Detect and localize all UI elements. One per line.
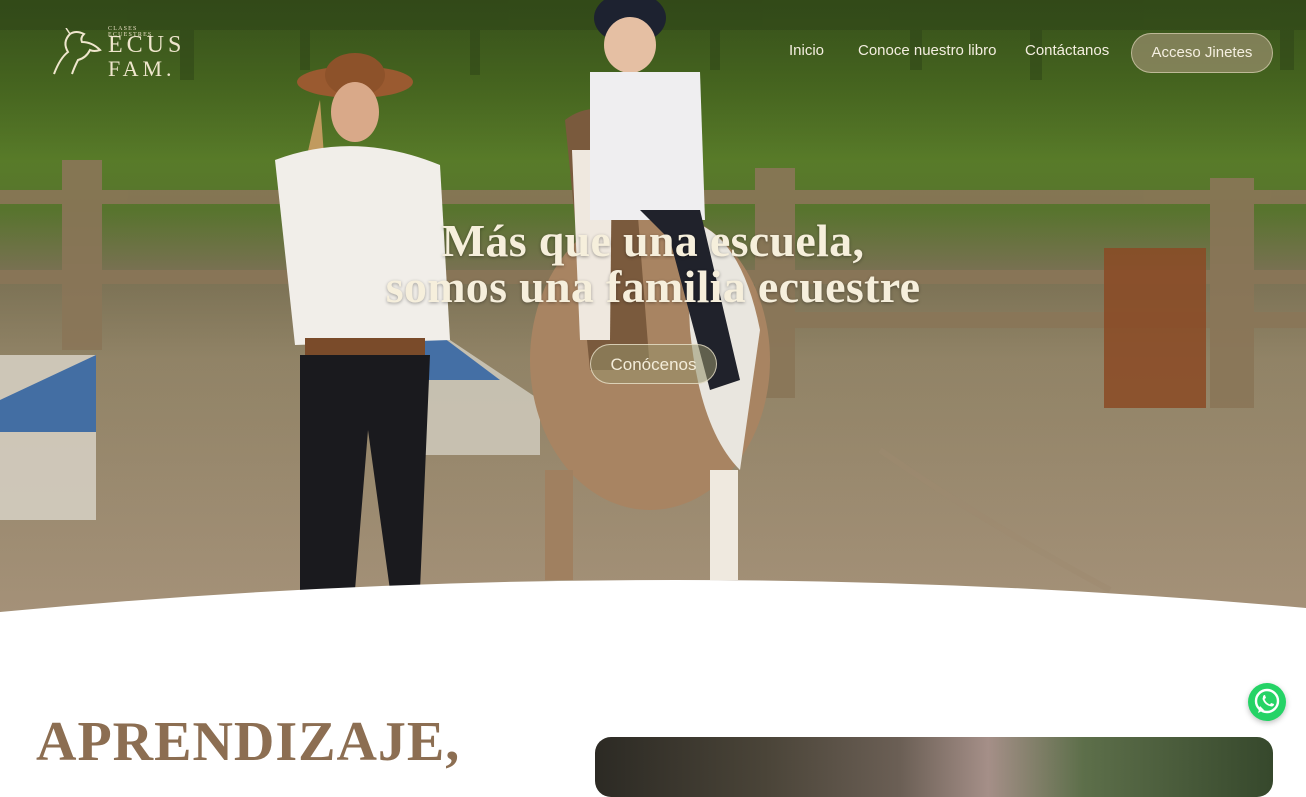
- wave-divider: [0, 579, 1306, 620]
- hero-banner: CLASES ECUESTRES ECUS FAM. Inicio Conoce…: [0, 0, 1306, 620]
- hero-title: Más que una escuela, somos una familia e…: [0, 218, 1306, 310]
- section-photo: [595, 737, 1273, 797]
- conocenos-button[interactable]: Conócenos: [590, 344, 717, 384]
- whatsapp-button[interactable]: [1248, 683, 1286, 721]
- hero-title-line-2: somos una familia ecuestre: [385, 261, 921, 312]
- acceso-jinetes-button[interactable]: Acceso Jinetes: [1131, 33, 1273, 73]
- nav-conoce-libro[interactable]: Conoce nuestro libro: [858, 42, 996, 59]
- horse-logo-icon: [53, 28, 102, 75]
- section-title: APRENDIZAJE,: [36, 711, 461, 773]
- whatsapp-icon: [1254, 688, 1280, 714]
- brand-word-1: ECUS: [108, 32, 186, 58]
- brand-logo[interactable]: CLASES ECUESTRES ECUS FAM.: [50, 26, 181, 82]
- nav-contactanos[interactable]: Contáctanos: [1025, 42, 1109, 59]
- nav-inicio[interactable]: Inicio: [789, 42, 824, 59]
- brand-word-2: FAM.: [108, 56, 176, 81]
- hero-title-line-1: Más que una escuela,: [441, 215, 865, 266]
